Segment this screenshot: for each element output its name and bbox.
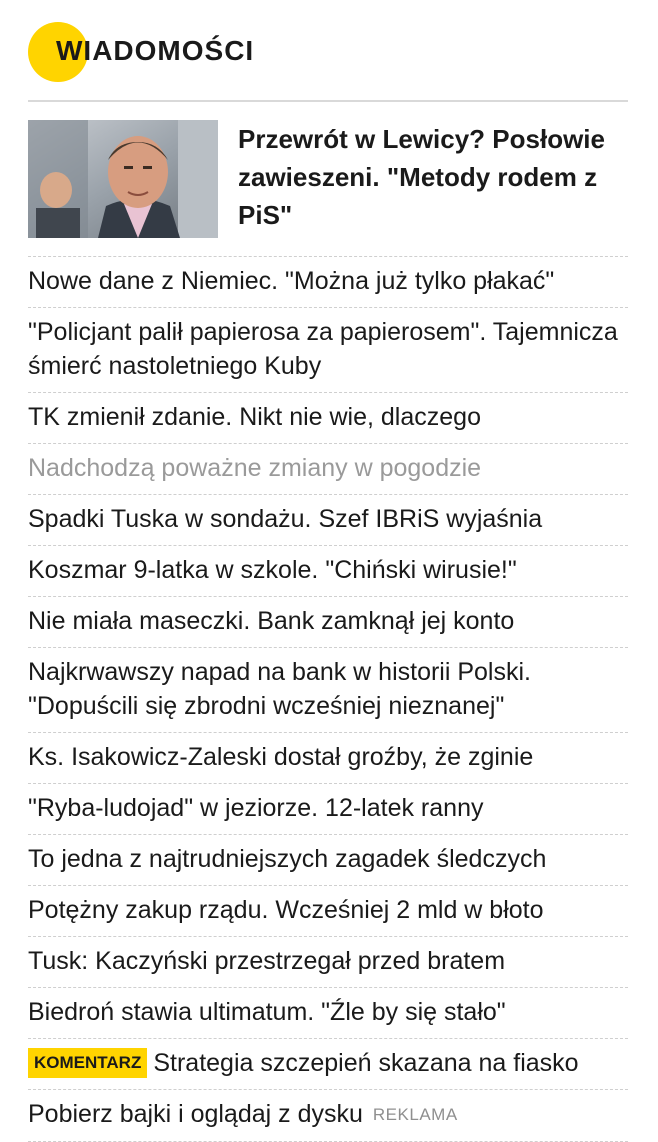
headline-item[interactable]: Spadki Tuska w sondażu. Szef IBRiS wyjaś… — [28, 494, 628, 545]
headline-text[interactable]: To jedna z najtrudniejszych zagadek śled… — [28, 845, 546, 873]
headline-text[interactable]: TK zmienił zdanie. Nikt nie wie, dlaczeg… — [28, 403, 481, 431]
headline-text[interactable]: Tusk: Kaczyński przestrzegał przed brate… — [28, 947, 505, 975]
headline-item[interactable]: Potężny zakup rządu. Wcześniej 2 mld w b… — [28, 885, 628, 936]
headline-text[interactable]: Najkrwawszy napad na bank w historii Pol… — [28, 658, 531, 720]
headline-text[interactable]: Biedroń stawia ultimatum. "Źle by się st… — [28, 998, 506, 1026]
ad-label: REKLAMA — [372, 1105, 458, 1124]
headline-text[interactable]: Nie miała maseczki. Bank zamknął jej kon… — [28, 607, 514, 635]
section-header: WIADOMOŚCI — [28, 22, 628, 82]
headline-item[interactable]: KOMENTARZ Strategia szczepień skazana na … — [28, 1038, 628, 1089]
headline-item[interactable]: Biedroń stawia ultimatum. "Źle by się st… — [28, 987, 628, 1038]
headline-text[interactable]: Spadki Tuska w sondażu. Szef IBRiS wyjaś… — [28, 505, 542, 533]
section-title: WIADOMOŚCI — [56, 35, 255, 66]
headline-text[interactable]: Strategia szczepień skazana na fiasko — [153, 1049, 578, 1077]
headline-item[interactable]: Nadchodzą poważne zmiany w pogodzie — [28, 443, 628, 494]
headline-list: Nowe dane z Niemiec. "Można już tylko pł… — [28, 256, 628, 1142]
headline-text[interactable]: Pobierz bajki i oglądaj z dysku — [28, 1100, 363, 1128]
lead-article[interactable]: Przewrót w Lewicy? Posłowie zawieszeni. … — [28, 120, 628, 238]
lead-thumbnail[interactable] — [28, 120, 218, 238]
header-divider — [28, 100, 628, 102]
news-photo-icon — [28, 120, 218, 238]
headline-text[interactable]: Koszmar 9-latka w szkole. "Chiński wirus… — [28, 556, 517, 584]
headline-text[interactable]: "Ryba-ludojad" w jeziorze. 12-latek rann… — [28, 794, 483, 822]
headline-item[interactable]: Najkrwawszy napad na bank w historii Pol… — [28, 647, 628, 732]
headline-item[interactable]: "Policjant palił papierosa za papierosem… — [28, 307, 628, 392]
headline-item[interactable]: To jedna z najtrudniejszych zagadek śled… — [28, 834, 628, 885]
headline-item[interactable]: Nie miała maseczki. Bank zamknął jej kon… — [28, 596, 628, 647]
headline-text[interactable]: "Policjant palił papierosa za papierosem… — [28, 318, 618, 380]
lead-headline[interactable]: Przewrót w Lewicy? Posłowie zawieszeni. … — [238, 120, 628, 234]
headline-item[interactable]: "Ryba-ludojad" w jeziorze. 12-latek rann… — [28, 783, 628, 834]
headline-text[interactable]: Nowe dane z Niemiec. "Można już tylko pł… — [28, 267, 554, 295]
headline-text[interactable]: Potężny zakup rządu. Wcześniej 2 mld w b… — [28, 896, 544, 924]
news-widget: WIADOMOŚCI Przewrót w Lewicy? Posłowie z… — [0, 0, 658, 1142]
headline-text[interactable]: Nadchodzą poważne zmiany w pogodzie — [28, 454, 481, 482]
headline-item[interactable]: Ks. Isakowicz-Zaleski dostał groźby, że … — [28, 732, 628, 783]
comment-badge: KOMENTARZ — [28, 1048, 148, 1078]
headline-item[interactable]: TK zmienił zdanie. Nikt nie wie, dlaczeg… — [28, 392, 628, 443]
headline-item[interactable]: Koszmar 9-latka w szkole. "Chiński wirus… — [28, 545, 628, 596]
ad-item[interactable]: Pobierz bajki i oglądaj z dysku REKLAMA — [28, 1089, 628, 1142]
headline-item[interactable]: Tusk: Kaczyński przestrzegał przed brate… — [28, 936, 628, 987]
headline-text[interactable]: Ks. Isakowicz-Zaleski dostał groźby, że … — [28, 743, 533, 771]
headline-item[interactable]: Nowe dane z Niemiec. "Można już tylko pł… — [28, 256, 628, 307]
